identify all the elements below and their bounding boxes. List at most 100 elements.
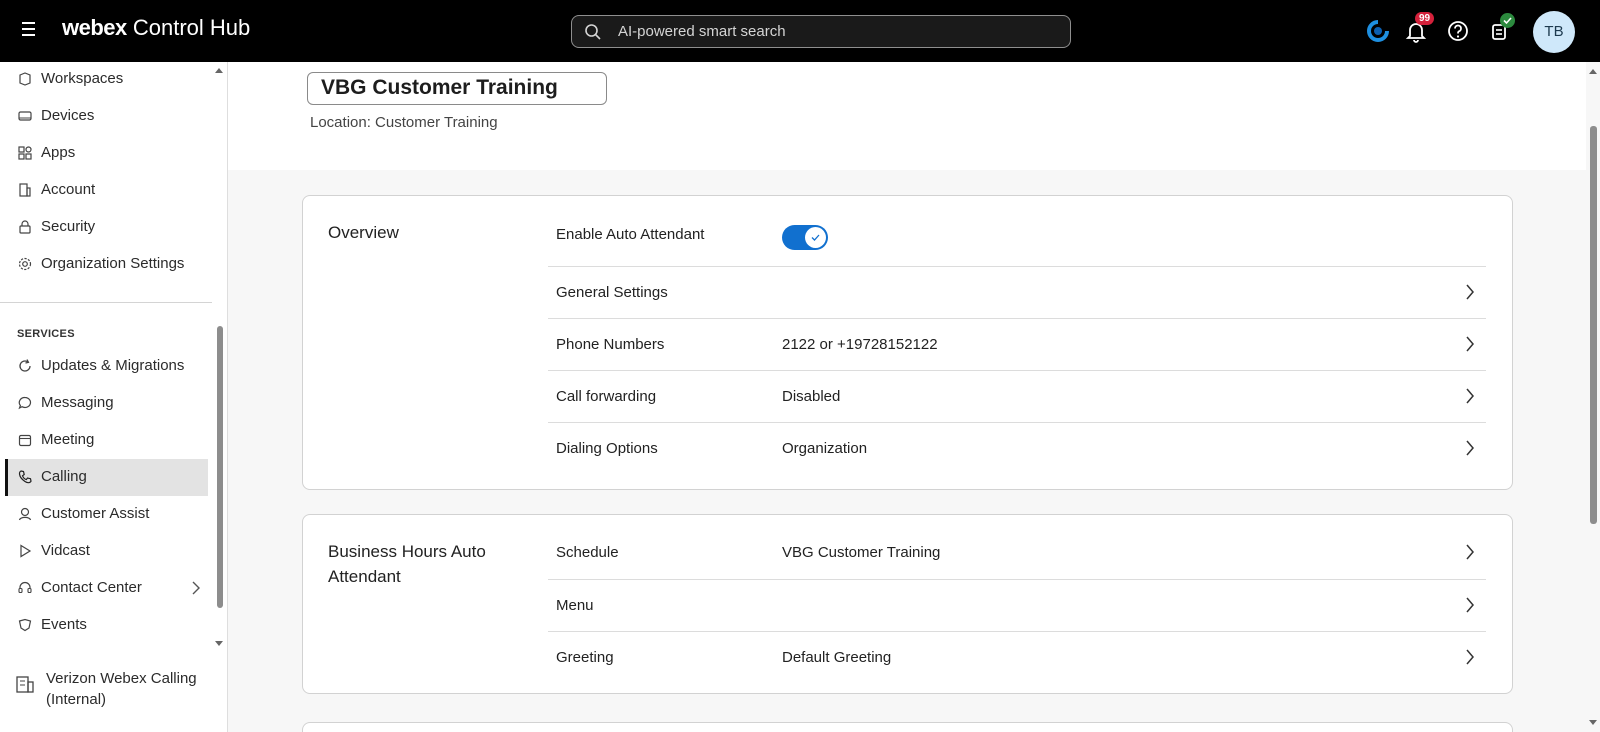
building-icon <box>16 676 34 693</box>
search-icon <box>585 24 601 40</box>
check-badge-icon <box>1500 13 1515 28</box>
sidebar-item-label: Calling <box>41 468 87 485</box>
devices-icon <box>18 111 32 121</box>
sidebar-item-label: Updates & Migrations <box>41 357 185 374</box>
help-icon[interactable] <box>1445 18 1471 44</box>
sidebar-item-label: Messaging <box>41 394 114 411</box>
lock-icon <box>19 220 31 234</box>
chevron-right-icon[interactable] <box>1465 597 1475 613</box>
row-label: Dialing Options <box>556 440 658 457</box>
calendar-icon <box>18 434 32 447</box>
overview-card: Overview Enable Auto Attendant General S… <box>302 195 1513 490</box>
services-heading: SERVICES <box>17 328 75 340</box>
enable-auto-attendant-row: Enable Auto Attendant <box>548 196 1486 266</box>
row-label: Phone Numbers <box>556 336 665 353</box>
overview-title: Overview <box>328 223 399 242</box>
sidebar-divider <box>0 302 212 303</box>
toggle-knob <box>805 227 826 248</box>
sidebar-item-updates-migrations[interactable]: Updates & Migrations <box>5 348 208 385</box>
sidebar-item-label: Vidcast <box>41 542 90 559</box>
sidebar-item-vidcast[interactable]: Vidcast <box>5 533 208 570</box>
refresh-icon <box>19 359 31 372</box>
sidebar-item-messaging[interactable]: Messaging <box>5 385 208 422</box>
scroll-down-arrow-icon[interactable] <box>214 640 224 648</box>
chevron-right-icon[interactable] <box>1465 284 1475 300</box>
apps-icon <box>18 146 32 160</box>
scroll-up-arrow-icon[interactable] <box>214 66 224 74</box>
page-header: VBG Customer Training Location: Customer… <box>228 62 1586 170</box>
sidebar-scrollbar[interactable] <box>217 326 223 608</box>
sidebar-item-label: Workspaces <box>41 70 124 87</box>
main-content: VBG Customer Training Location: Customer… <box>228 62 1586 732</box>
sidebar-item-label: Apps <box>41 144 76 161</box>
sidebar-item-label: Organization Settings <box>41 255 185 272</box>
top-bar: webex Control Hub AI-powered smart searc… <box>0 0 1600 62</box>
sidebar-item-label: Security <box>41 218 96 235</box>
row-value: 2122 or +19728152122 <box>782 336 938 353</box>
organization-footer[interactable]: Verizon Webex Calling (Internal) <box>0 659 227 732</box>
check-icon <box>811 234 820 241</box>
brand-product: Control Hub <box>126 15 251 40</box>
row-value: Disabled <box>782 388 841 405</box>
sidebar-item-events[interactable]: Events <box>5 607 208 644</box>
sidebar-item-apps[interactable]: Apps <box>5 135 208 172</box>
location-label: Location: Customer Training <box>310 114 498 131</box>
chevron-right-icon[interactable] <box>1465 440 1475 456</box>
page-title[interactable]: VBG Customer Training <box>307 72 607 105</box>
phone-numbers-row[interactable]: Phone Numbers 2122 or +19728152122 <box>548 318 1486 370</box>
main-scroll-down-arrow-icon[interactable] <box>1588 719 1598 727</box>
menu-row[interactable]: Menu <box>548 579 1486 631</box>
phone-icon <box>18 470 32 484</box>
chevron-right-icon[interactable] <box>1465 336 1475 352</box>
chevron-right-icon[interactable] <box>1465 544 1475 560</box>
search-placeholder: AI-powered smart search <box>618 23 786 40</box>
gear-icon <box>18 257 32 271</box>
business-hours-card: Business Hours Auto Attendant Schedule V… <box>302 514 1513 694</box>
sidebar-item-workspaces[interactable]: Workspaces <box>5 62 208 98</box>
avatar[interactable]: TB <box>1533 11 1575 53</box>
sidebar-item-label: Customer Assist <box>41 505 150 522</box>
row-value: Organization <box>782 440 868 457</box>
account-icon <box>19 183 31 197</box>
notification-badge: 99 <box>1415 12 1435 25</box>
sidebar-item-calling[interactable]: Calling <box>5 459 208 496</box>
workspaces-icon <box>19 72 31 86</box>
sidebar-item-label: Account <box>41 181 96 198</box>
menu-icon[interactable] <box>22 22 40 38</box>
chevron-right-icon[interactable] <box>1465 388 1475 404</box>
schedule-row[interactable]: Schedule VBG Customer Training <box>548 527 1486 579</box>
customer-assist-icon <box>18 507 32 521</box>
enable-auto-attendant-label: Enable Auto Attendant <box>556 226 705 243</box>
sidebar: Workspaces Devices Apps Account Security… <box>0 62 228 732</box>
main-scrollbar[interactable] <box>1590 126 1597 524</box>
search-input[interactable]: AI-powered smart search <box>571 15 1071 48</box>
general-settings-row[interactable]: General Settings <box>548 266 1486 318</box>
sidebar-item-label: Events <box>41 616 87 633</box>
sidebar-item-label: Meeting <box>41 431 95 448</box>
row-label: Menu <box>556 597 594 614</box>
sidebar-item-meeting[interactable]: Meeting <box>5 422 208 459</box>
sidebar-item-organization-settings[interactable]: Organization Settings <box>5 246 208 283</box>
main-scroll-up-arrow-icon[interactable] <box>1588 67 1598 75</box>
chat-icon <box>18 396 32 410</box>
greeting-row[interactable]: Greeting Default Greeting <box>548 631 1486 683</box>
sidebar-item-customer-assist[interactable]: Customer Assist <box>5 496 208 533</box>
next-card <box>302 722 1513 732</box>
webex-assistant-icon[interactable] <box>1365 18 1391 44</box>
row-value: Default Greeting <box>782 649 892 666</box>
dialing-options-row[interactable]: Dialing Options Organization <box>548 422 1486 474</box>
sidebar-item-devices[interactable]: Devices <box>5 98 208 135</box>
enable-auto-attendant-toggle[interactable] <box>782 225 828 250</box>
row-label: Greeting <box>556 649 614 666</box>
sidebar-item-account[interactable]: Account <box>5 172 208 209</box>
chevron-right-icon[interactable] <box>1465 649 1475 665</box>
row-label: Call forwarding <box>556 388 657 405</box>
sidebar-item-label: Devices <box>41 107 95 124</box>
call-forwarding-row[interactable]: Call forwarding Disabled <box>548 370 1486 422</box>
sidebar-item-contact-center[interactable]: Contact Center <box>5 570 208 607</box>
events-icon <box>18 618 32 632</box>
sidebar-item-security[interactable]: Security <box>5 209 208 246</box>
row-value: VBG Customer Training <box>782 544 941 561</box>
sidebar-item-label: Contact Center <box>41 579 142 596</box>
row-label: General Settings <box>556 284 668 301</box>
